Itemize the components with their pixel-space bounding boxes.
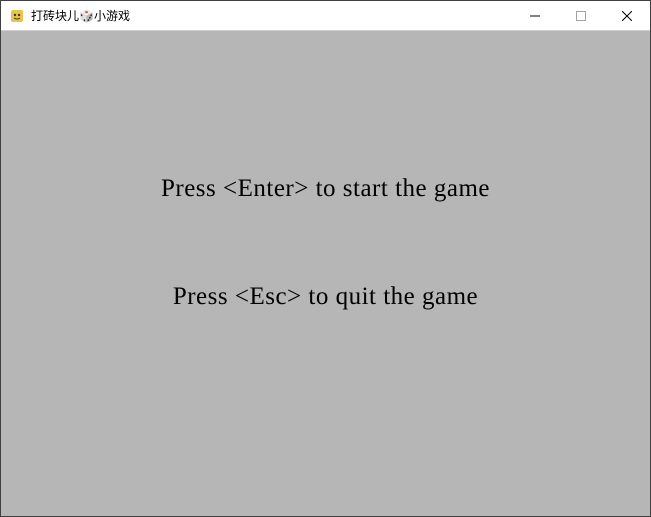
close-button[interactable]: [604, 1, 650, 30]
quit-instruction-text: Press <Esc> to quit the game: [1, 283, 650, 311]
game-start-screen[interactable]: Press <Enter> to start the game Press <E…: [1, 31, 650, 516]
window-titlebar: 打砖块儿🎲小游戏: [1, 1, 650, 31]
window-controls: [512, 1, 650, 30]
window-title: 打砖块儿🎲小游戏: [31, 1, 512, 31]
minimize-button[interactable]: [512, 1, 558, 30]
app-icon: [9, 8, 25, 24]
start-instruction-text: Press <Enter> to start the game: [1, 175, 650, 203]
maximize-button: [558, 1, 604, 30]
